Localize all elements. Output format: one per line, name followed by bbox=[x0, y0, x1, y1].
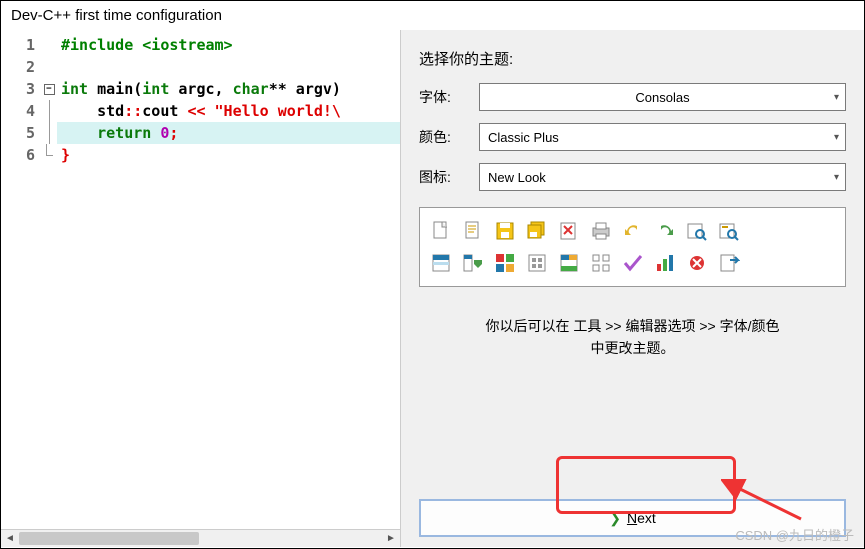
content: 1 2 3 4 5 6 − #include <iostream> bbox=[1, 30, 864, 547]
color-label: 颜色: bbox=[419, 127, 479, 147]
profile-icon bbox=[652, 250, 678, 276]
icon-label: 图标: bbox=[419, 167, 479, 187]
fold-toggle-icon[interactable]: − bbox=[44, 84, 55, 95]
config-pane: 选择你的主题: 字体: Consolas ▾ 颜色: Classic Plus … bbox=[401, 30, 864, 547]
watermark: CSDN @九日的橙子 bbox=[735, 525, 854, 544]
icon-select[interactable]: New Look ▾ bbox=[479, 163, 846, 191]
grid-icon bbox=[588, 250, 614, 276]
next-arrow-icon: ❯ bbox=[609, 510, 621, 527]
delete-icon bbox=[684, 250, 710, 276]
scroll-right-icon[interactable]: ► bbox=[382, 530, 400, 548]
toolbar-preview bbox=[419, 207, 846, 287]
horizontal-scrollbar[interactable]: ◄ ► bbox=[1, 529, 400, 547]
code-line: int main(int argc, char** argv) bbox=[57, 78, 400, 100]
code-line: std::cout << "Hello world!\ bbox=[57, 100, 400, 122]
run-icon bbox=[460, 250, 486, 276]
find-icon bbox=[684, 218, 710, 244]
check-icon bbox=[620, 250, 646, 276]
line-number: 1 bbox=[1, 34, 35, 56]
color-select-value: Classic Plus bbox=[488, 130, 559, 145]
chevron-down-icon: ▾ bbox=[834, 132, 839, 143]
next-button-label: Next bbox=[627, 510, 656, 526]
goto-icon bbox=[716, 250, 742, 276]
line-number: 5 bbox=[1, 122, 35, 144]
font-label: 字体: bbox=[419, 87, 479, 107]
scroll-left-icon[interactable]: ◄ bbox=[1, 530, 19, 548]
print-icon bbox=[588, 218, 614, 244]
compile-icon bbox=[428, 250, 454, 276]
theme-heading: 选择你的主题: bbox=[419, 48, 846, 69]
compile-run-icon bbox=[492, 250, 518, 276]
debug-icon bbox=[556, 250, 582, 276]
window: Dev-C++ first time configuration 1 2 3 4… bbox=[0, 0, 865, 549]
redo-icon bbox=[652, 218, 678, 244]
code-body: 1 2 3 4 5 6 − #include <iostream> bbox=[1, 30, 400, 529]
line-number: 2 bbox=[1, 56, 35, 78]
undo-icon bbox=[620, 218, 646, 244]
code-lines: #include <iostream> int main(int argc, c… bbox=[57, 30, 400, 529]
fold-column: − bbox=[41, 30, 57, 529]
chevron-down-icon: ▾ bbox=[834, 92, 839, 103]
hint-text: 你以后可以在 工具 >> 编辑器选项 >> 字体/颜色 中更改主题。 bbox=[419, 315, 846, 360]
line-number-gutter: 1 2 3 4 5 6 bbox=[1, 30, 41, 529]
replace-icon bbox=[716, 218, 742, 244]
code-line: #include <iostream> bbox=[57, 34, 400, 56]
code-line bbox=[57, 56, 400, 78]
font-row: 字体: Consolas ▾ bbox=[419, 83, 846, 111]
open-file-icon bbox=[460, 218, 486, 244]
close-icon bbox=[556, 218, 582, 244]
scrollbar-thumb[interactable] bbox=[19, 532, 199, 545]
font-select-value: Consolas bbox=[635, 90, 689, 105]
save-all-icon bbox=[524, 218, 550, 244]
font-select[interactable]: Consolas ▾ bbox=[479, 83, 846, 111]
line-number: 6 bbox=[1, 144, 35, 166]
chevron-down-icon: ▾ bbox=[834, 172, 839, 183]
line-number: 3 bbox=[1, 78, 35, 100]
icon-row: 图标: New Look ▾ bbox=[419, 163, 846, 191]
code-line-highlighted: return 0; bbox=[57, 122, 400, 144]
color-row: 颜色: Classic Plus ▾ bbox=[419, 123, 846, 151]
line-number: 4 bbox=[1, 100, 35, 122]
color-select[interactable]: Classic Plus ▾ bbox=[479, 123, 846, 151]
rebuild-icon bbox=[524, 250, 550, 276]
save-icon bbox=[492, 218, 518, 244]
new-file-icon bbox=[428, 218, 454, 244]
icon-select-value: New Look bbox=[488, 170, 546, 185]
code-line: } bbox=[57, 144, 400, 166]
window-title: Dev-C++ first time configuration bbox=[1, 1, 864, 30]
code-preview-pane: 1 2 3 4 5 6 − #include <iostream> bbox=[1, 30, 401, 547]
